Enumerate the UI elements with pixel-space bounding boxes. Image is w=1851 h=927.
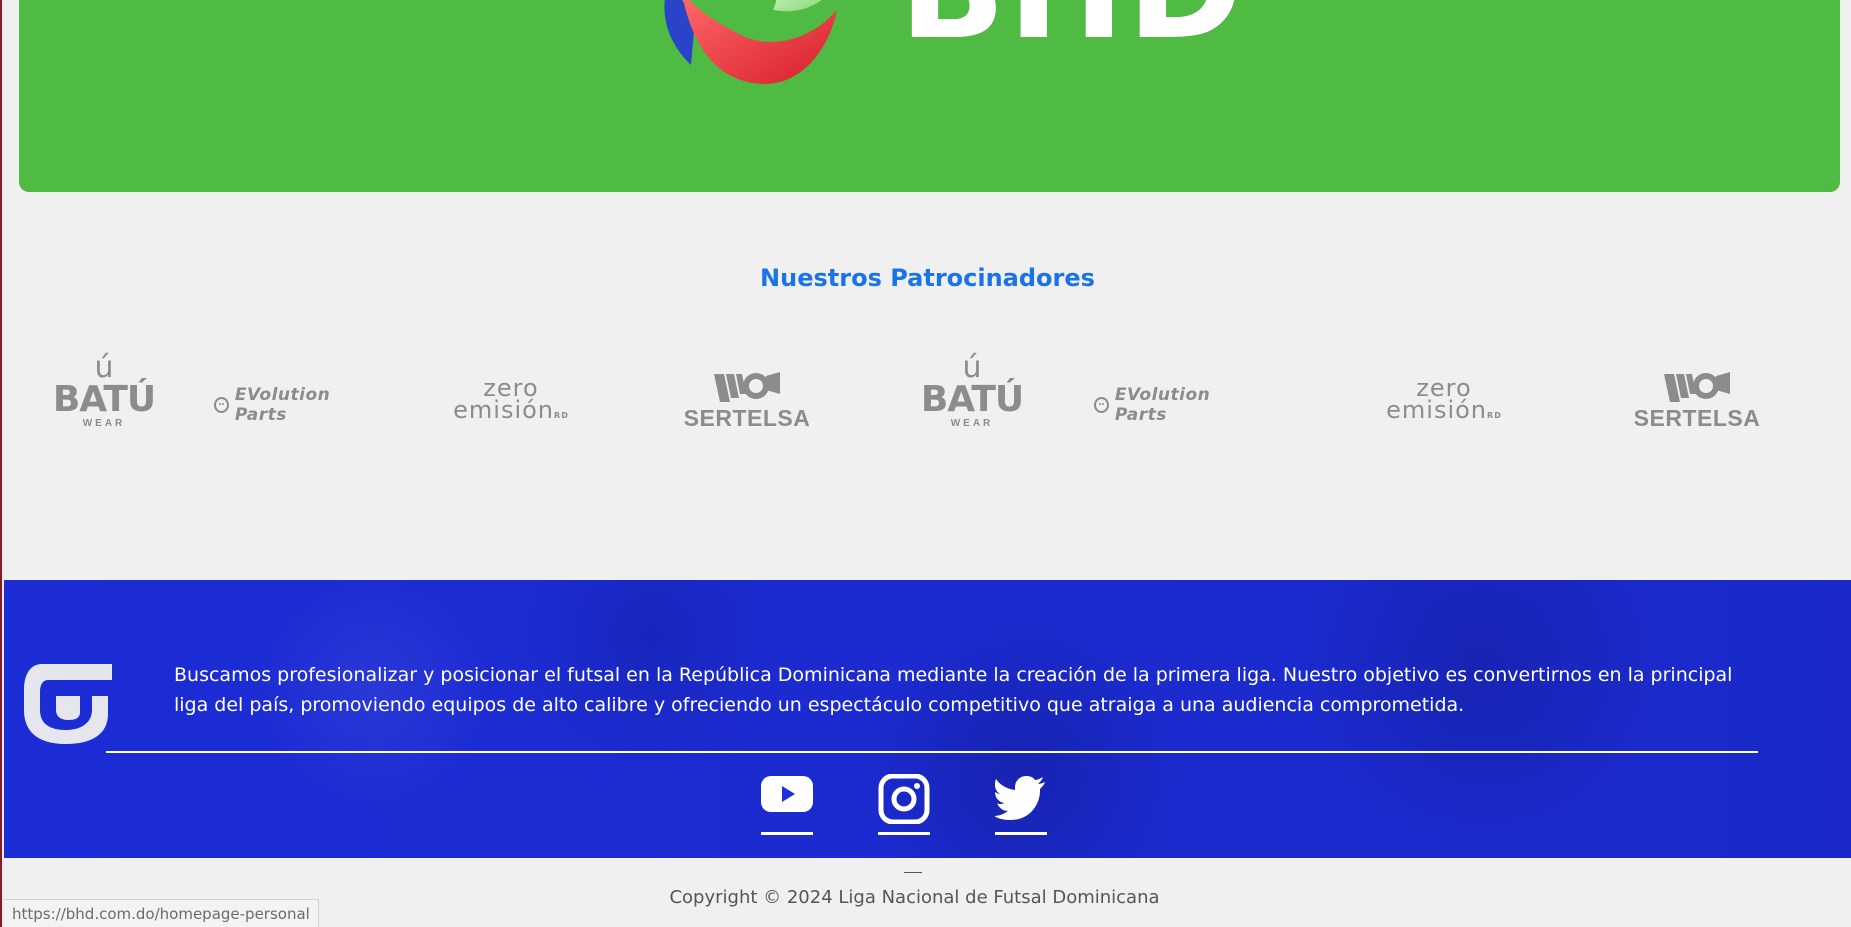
copyright-dash xyxy=(904,872,922,873)
league-logo-icon xyxy=(24,664,112,744)
instagram-link[interactable] xyxy=(878,774,930,835)
footer-divider xyxy=(106,751,1758,753)
twitter-link[interactable] xyxy=(995,774,1047,835)
sponsor-name: EVolution Parts xyxy=(1114,385,1211,425)
sponsor-name: BATÚ xyxy=(52,378,156,420)
sponsor-logo-batu[interactable]: ú BATÚ WEAR xyxy=(921,343,1024,439)
sponsor-sub: WEAR xyxy=(82,417,126,429)
sponsor-logo-evolution-parts[interactable]: EVolution Parts xyxy=(1094,385,1254,425)
evolution-face-icon xyxy=(1094,397,1109,413)
status-bar-url: https://bhd.com.do/homepage-personal xyxy=(4,899,319,927)
sponsor-logo-zero-emision[interactable]: zero emisiónRD xyxy=(448,376,574,424)
sponsor-logo-batu[interactable]: ú BATÚ WEAR xyxy=(53,343,156,439)
sponsor-logo-evolution-parts[interactable]: EVolution Parts xyxy=(214,385,374,425)
evolution-face-icon xyxy=(214,397,229,413)
page: BHD Nuestros Patrocinadores ú BATÚ WEAR … xyxy=(0,0,1851,927)
bhd-logo-text: BHD xyxy=(899,0,1245,60)
sertelsa-antenna-icon xyxy=(1664,372,1730,402)
sponsor-name: SERTELSA xyxy=(683,405,811,431)
bhd-banner-link[interactable]: BHD xyxy=(19,0,1840,192)
youtube-link[interactable] xyxy=(761,774,813,835)
sponsor-sub: WEAR xyxy=(950,417,994,429)
sponsors-title: Nuestros Patrocinadores xyxy=(760,264,1095,292)
sponsor-logo-zero-emision[interactable]: zero emisiónRD xyxy=(1381,376,1507,424)
sponsor-line2: emisiónRD xyxy=(1386,396,1502,424)
batu-mark-icon: ú xyxy=(94,349,114,385)
sponsor-name: SERTELSA xyxy=(1633,405,1761,431)
bhd-logo-icon xyxy=(664,0,837,85)
sponsor-line2: emisiónRD xyxy=(453,396,569,424)
footer: Buscamos profesionalizar y posicionar el… xyxy=(4,580,1851,858)
batu-mark-icon: ú xyxy=(962,349,982,385)
sertelsa-antenna-icon xyxy=(714,372,780,402)
sponsor-logo-sertelsa[interactable]: SERTELSA xyxy=(684,364,810,434)
twitter-icon xyxy=(995,776,1045,820)
league-description: Buscamos profesionalizar y posicionar el… xyxy=(174,664,1733,716)
instagram-icon xyxy=(878,774,930,824)
youtube-icon xyxy=(761,776,813,812)
sponsor-name: EVolution Parts xyxy=(234,385,331,425)
sponsor-name: BATÚ xyxy=(920,378,1024,420)
sponsor-logo-sertelsa[interactable]: SERTELSA xyxy=(1634,364,1760,434)
